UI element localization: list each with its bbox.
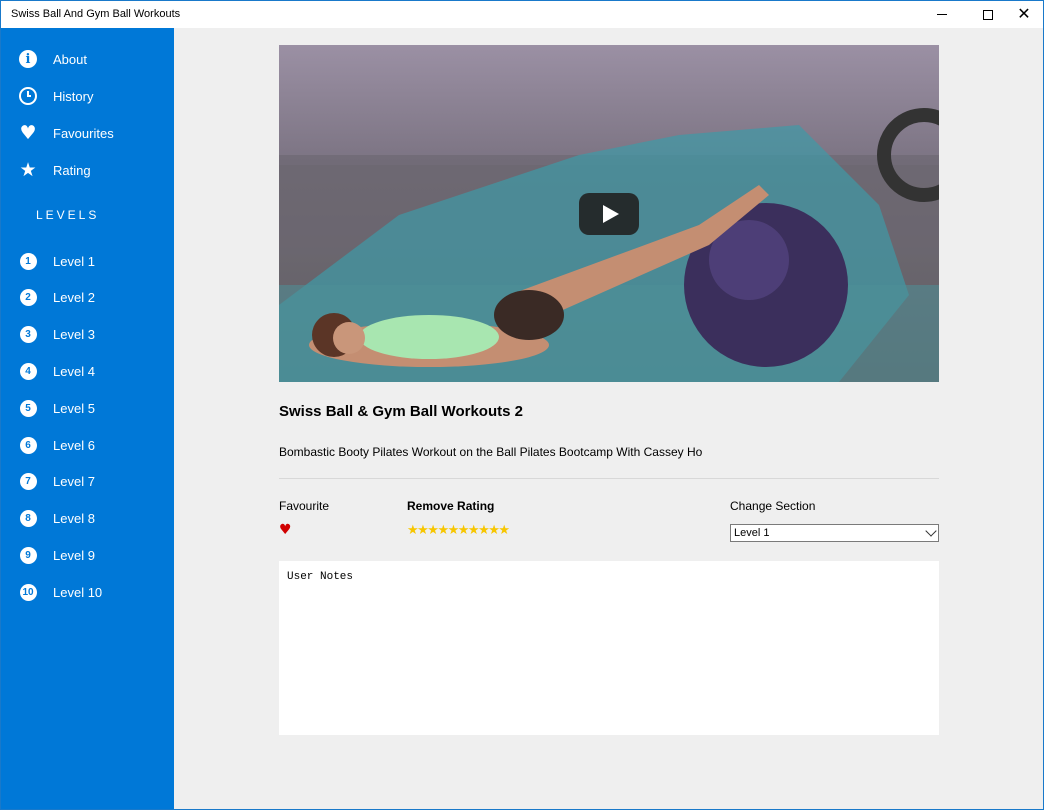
heart-icon: ♥ xyxy=(19,121,37,144)
number-badge-icon: 4 xyxy=(18,361,38,381)
change-section-label: Change Section xyxy=(730,499,816,513)
section-select-value: Level 1 xyxy=(734,527,770,539)
video-player[interactable] xyxy=(279,45,939,382)
sidebar-item-about[interactable]: i About xyxy=(1,42,174,76)
divider xyxy=(279,478,939,479)
minimize-icon xyxy=(937,14,947,15)
favourite-label: Favourite xyxy=(279,499,330,513)
sidebar: i About History ♥ Favourites ★ Rating LE… xyxy=(1,28,174,809)
sidebar-item-label: Level 10 xyxy=(53,584,103,600)
levels-heading: LEVELS xyxy=(36,208,100,222)
info-icon: i xyxy=(18,49,38,69)
sidebar-item-rating[interactable]: ★ Rating xyxy=(1,153,174,187)
number-badge-icon: 1 xyxy=(18,251,38,271)
number-badge-icon: 9 xyxy=(18,545,38,565)
window-title: Swiss Ball And Gym Ball Workouts xyxy=(11,8,181,20)
sidebar-item-level-10[interactable]: 10 Level 10 xyxy=(1,575,174,609)
minimize-button[interactable] xyxy=(919,1,965,28)
sidebar-item-label: History xyxy=(53,88,94,104)
clock-icon xyxy=(18,86,38,106)
sidebar-item-history[interactable]: History xyxy=(1,79,174,113)
title-bar: Swiss Ball And Gym Ball Workouts ✕ xyxy=(1,1,1043,28)
number-badge-icon: 2 xyxy=(18,287,38,307)
rating-stars[interactable]: ★★★★★★★★★★ xyxy=(407,523,510,538)
sidebar-item-label: Level 4 xyxy=(53,363,95,379)
star-icon: ★ xyxy=(19,158,37,181)
sidebar-item-favourites[interactable]: ♥ Favourites xyxy=(1,116,174,150)
sidebar-item-level-2[interactable]: 2 Level 2 xyxy=(1,280,174,314)
play-button[interactable] xyxy=(579,193,639,235)
remove-rating-link[interactable]: Remove Rating xyxy=(407,499,494,513)
close-icon: ✕ xyxy=(1017,5,1031,23)
sidebar-item-level-9[interactable]: 9 Level 9 xyxy=(1,538,174,572)
sidebar-item-label: Level 6 xyxy=(53,437,95,453)
maximize-icon xyxy=(983,9,993,20)
sidebar-item-level-5[interactable]: 5 Level 5 xyxy=(1,391,174,425)
number-badge-icon: 5 xyxy=(18,398,38,418)
video-description: Bombastic Booty Pilates Workout on the B… xyxy=(279,445,703,459)
sidebar-item-label: Favourites xyxy=(53,125,114,141)
sidebar-item-level-1[interactable]: 1 Level 1 xyxy=(1,244,174,278)
play-icon xyxy=(603,205,619,223)
sidebar-item-label: Level 9 xyxy=(53,547,95,563)
sidebar-item-label: Level 2 xyxy=(53,289,95,305)
sidebar-item-level-3[interactable]: 3 Level 3 xyxy=(1,317,174,351)
sidebar-item-level-6[interactable]: 6 Level 6 xyxy=(1,428,174,462)
number-badge-icon: 8 xyxy=(18,508,38,528)
number-badge-icon: 10 xyxy=(18,582,38,602)
number-badge-icon: 6 xyxy=(18,435,38,455)
section-select[interactable]: Level 1 xyxy=(730,524,939,542)
sidebar-item-label: Level 7 xyxy=(53,473,95,489)
sidebar-item-label: Rating xyxy=(53,162,91,178)
sidebar-item-level-7[interactable]: 7 Level 7 xyxy=(1,464,174,498)
chevron-down-icon xyxy=(925,525,937,537)
favourite-heart-icon[interactable]: ♥ xyxy=(279,522,292,538)
sidebar-item-label: Level 3 xyxy=(53,326,95,342)
number-badge-icon: 7 xyxy=(18,471,38,491)
sidebar-item-label: Level 5 xyxy=(53,400,95,416)
close-button[interactable]: ✕ xyxy=(1001,1,1043,28)
sidebar-item-label: About xyxy=(53,51,87,67)
sidebar-item-level-8[interactable]: 8 Level 8 xyxy=(1,501,174,535)
app-window: Swiss Ball And Gym Ball Workouts ✕ i Abo… xyxy=(0,0,1044,810)
sidebar-item-level-4[interactable]: 4 Level 4 xyxy=(1,354,174,388)
sidebar-item-label: Level 8 xyxy=(53,510,95,526)
user-notes-textarea[interactable] xyxy=(279,561,939,735)
video-title: Swiss Ball & Gym Ball Workouts 2 xyxy=(279,403,523,420)
number-badge-icon: 3 xyxy=(18,324,38,344)
sidebar-item-label: Level 1 xyxy=(53,253,95,269)
